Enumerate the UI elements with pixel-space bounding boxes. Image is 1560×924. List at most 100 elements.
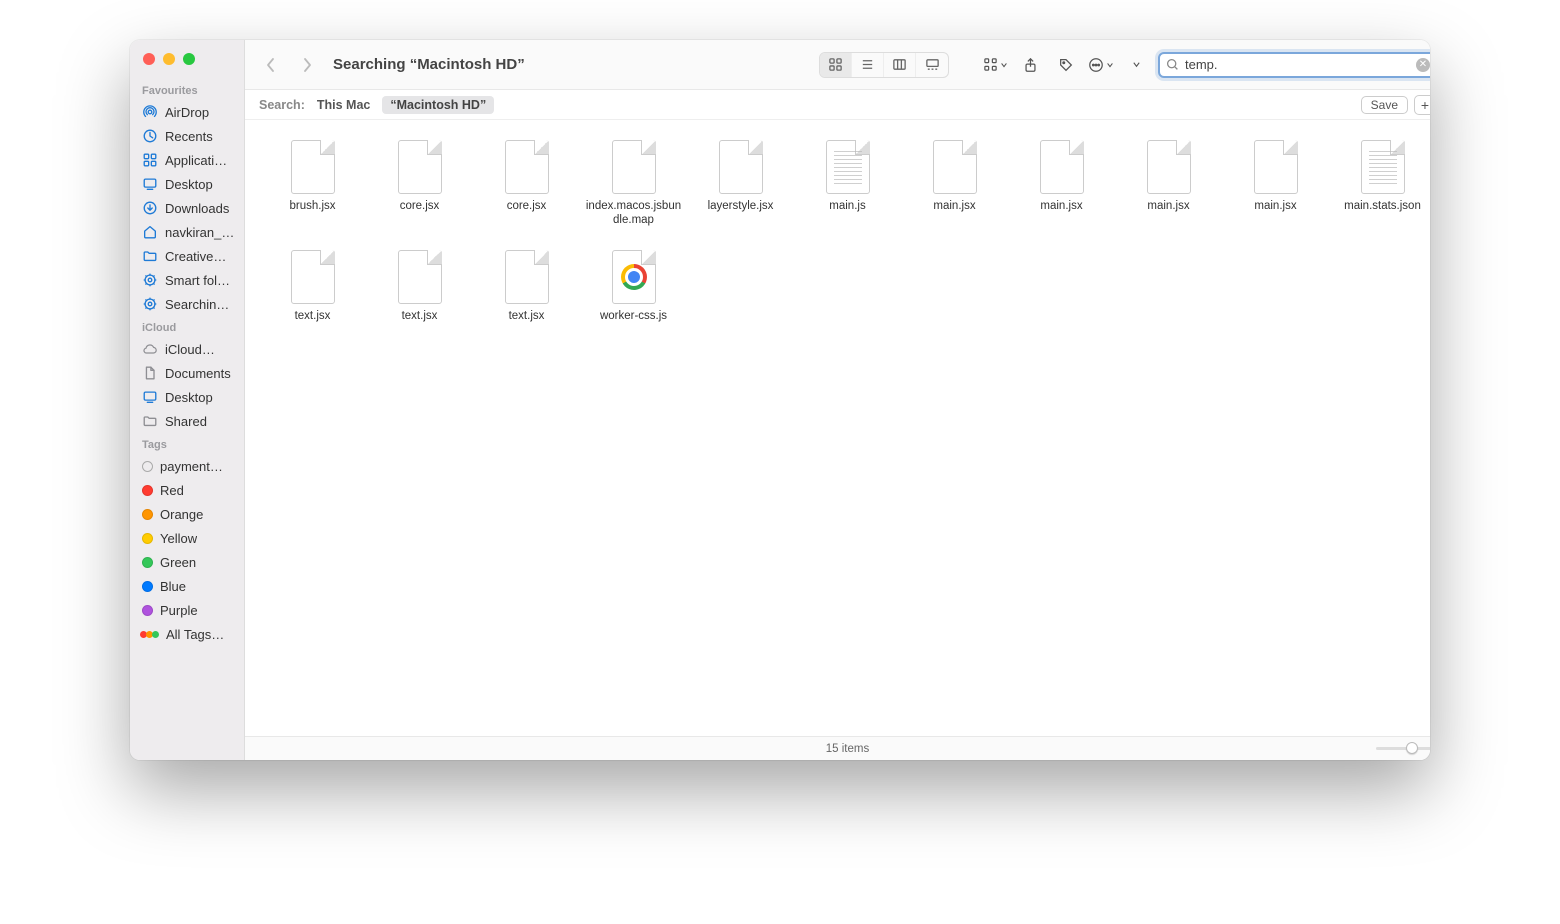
- sidebar-item-fav-3[interactable]: Desktop: [130, 172, 244, 196]
- sidebar-tag-label: Blue: [160, 579, 186, 594]
- tag-dot-icon: [142, 509, 153, 520]
- all-tags-icon: [142, 631, 159, 638]
- file-name-label: text.jsx: [509, 310, 545, 324]
- icon-size-slider[interactable]: [1376, 747, 1430, 750]
- download-icon: [142, 200, 158, 216]
- chrome-file-icon: [605, 248, 663, 306]
- generic-file-icon: [284, 248, 342, 306]
- sidebar-item-icloud-3[interactable]: Shared: [130, 409, 244, 433]
- file-item[interactable]: text.jsx: [473, 248, 580, 324]
- chevron-down-icon: [1000, 61, 1008, 69]
- path-dropdown-button[interactable]: [1122, 53, 1150, 77]
- file-name-label: main.js: [829, 200, 865, 214]
- folder-icon: [142, 248, 158, 264]
- gear-icon: [142, 296, 158, 312]
- sidebar-item-icloud-1[interactable]: Documents: [130, 361, 244, 385]
- file-name-label: core.jsx: [507, 200, 547, 214]
- sidebar-tag-6[interactable]: Purple: [130, 598, 244, 622]
- view-gallery-button[interactable]: [916, 53, 948, 77]
- file-item[interactable]: main.jsx: [901, 138, 1008, 228]
- file-item[interactable]: main.jsx: [1008, 138, 1115, 228]
- file-item[interactable]: main.stats.json: [1329, 138, 1430, 228]
- file-item[interactable]: main.js: [794, 138, 901, 228]
- more-actions-button[interactable]: [1088, 53, 1114, 77]
- sidebar-item-fav-4[interactable]: Downloads: [130, 196, 244, 220]
- sidebar-tag-7[interactable]: All Tags…: [130, 622, 244, 646]
- file-name-label: layerstyle.jsx: [708, 200, 774, 214]
- file-item[interactable]: core.jsx: [366, 138, 473, 228]
- sidebar-tag-5[interactable]: Blue: [130, 574, 244, 598]
- sidebar-item-label: Desktop: [165, 390, 213, 405]
- tags-button[interactable]: [1052, 53, 1080, 77]
- file-item[interactable]: text.jsx: [259, 248, 366, 324]
- sidebar-item-label: Searchin…: [165, 297, 229, 312]
- clear-search-button[interactable]: ✕: [1416, 58, 1430, 72]
- search-field[interactable]: ✕: [1158, 52, 1430, 78]
- group-by-button[interactable]: [983, 53, 1008, 77]
- file-name-label: text.jsx: [402, 310, 438, 324]
- sidebar-item-fav-2[interactable]: Applicati…: [130, 148, 244, 172]
- view-columns-button[interactable]: [884, 53, 916, 77]
- file-item[interactable]: index.macos.jsbundle.map: [580, 138, 687, 228]
- sidebar-item-fav-6[interactable]: Creative…: [130, 244, 244, 268]
- sidebar-item-icloud-0[interactable]: iCloud…: [130, 337, 244, 361]
- clock-icon: [142, 128, 158, 144]
- minimize-window-button[interactable]: [163, 53, 175, 65]
- file-name-label: main.jsx: [1254, 200, 1296, 214]
- sidebar-item-label: AirDrop: [165, 105, 209, 120]
- save-search-button[interactable]: Save: [1361, 96, 1408, 114]
- sidebar-tag-label: Orange: [160, 507, 203, 522]
- sidebar-tag-0[interactable]: payment…: [130, 454, 244, 478]
- forward-button[interactable]: [293, 53, 321, 77]
- file-item[interactable]: brush.jsx: [259, 138, 366, 228]
- search-scope-bar: Search: This Mac “Macintosh HD” Save +: [245, 90, 1430, 120]
- desktop-icon: [142, 389, 158, 405]
- sidebar: Favourites AirDropRecentsApplicati…Deskt…: [130, 40, 245, 760]
- file-item[interactable]: main.jsx: [1115, 138, 1222, 228]
- close-window-button[interactable]: [143, 53, 155, 65]
- file-item[interactable]: main.jsx: [1222, 138, 1329, 228]
- sidebar-item-fav-5[interactable]: navkiran_…: [130, 220, 244, 244]
- status-bar: 15 items: [245, 736, 1430, 760]
- sidebar-item-label: Creative…: [165, 249, 226, 264]
- text-file-icon: [1354, 138, 1412, 196]
- sidebar-item-label: Applicati…: [165, 153, 227, 168]
- file-item[interactable]: layerstyle.jsx: [687, 138, 794, 228]
- view-list-button[interactable]: [852, 53, 884, 77]
- sidebar-tag-4[interactable]: Green: [130, 550, 244, 574]
- sidebar-item-label: iCloud…: [165, 342, 215, 357]
- file-item[interactable]: worker-css.js: [580, 248, 687, 324]
- sidebar-tag-1[interactable]: Red: [130, 478, 244, 502]
- scope-this-mac[interactable]: This Mac: [317, 98, 371, 112]
- file-item[interactable]: core.jsx: [473, 138, 580, 228]
- share-button[interactable]: [1016, 53, 1044, 77]
- back-button[interactable]: [257, 53, 285, 77]
- sidebar-tag-2[interactable]: Orange: [130, 502, 244, 526]
- view-icons-button[interactable]: [820, 53, 852, 77]
- add-criteria-button[interactable]: +: [1414, 95, 1430, 115]
- sidebar-item-fav-8[interactable]: Searchin…: [130, 292, 244, 316]
- sidebar-tag-label: Purple: [160, 603, 198, 618]
- file-name-label: main.jsx: [933, 200, 975, 214]
- sidebar-item-label: Downloads: [165, 201, 229, 216]
- sidebar-item-fav-1[interactable]: Recents: [130, 124, 244, 148]
- file-name-label: worker-css.js: [600, 310, 667, 324]
- file-grid-area[interactable]: brush.jsxcore.jsxcore.jsxindex.macos.jsb…: [245, 120, 1430, 736]
- sidebar-item-icloud-2[interactable]: Desktop: [130, 385, 244, 409]
- main-pane: Searching “Macintosh HD”: [245, 40, 1430, 760]
- sidebar-item-fav-0[interactable]: AirDrop: [130, 100, 244, 124]
- sidebar-item-label: Documents: [165, 366, 231, 381]
- home-icon: [142, 224, 158, 240]
- sidebar-tag-3[interactable]: Yellow: [130, 526, 244, 550]
- search-icon: [1166, 58, 1179, 71]
- zoom-window-button[interactable]: [183, 53, 195, 65]
- generic-file-icon: [712, 138, 770, 196]
- search-input[interactable]: [1185, 57, 1410, 72]
- sidebar-tag-label: Yellow: [160, 531, 197, 546]
- generic-file-icon: [498, 248, 556, 306]
- scope-active-location[interactable]: “Macintosh HD”: [382, 96, 494, 114]
- generic-file-icon: [391, 138, 449, 196]
- sidebar-item-fav-7[interactable]: Smart fol…: [130, 268, 244, 292]
- file-item[interactable]: text.jsx: [366, 248, 473, 324]
- generic-file-icon: [926, 138, 984, 196]
